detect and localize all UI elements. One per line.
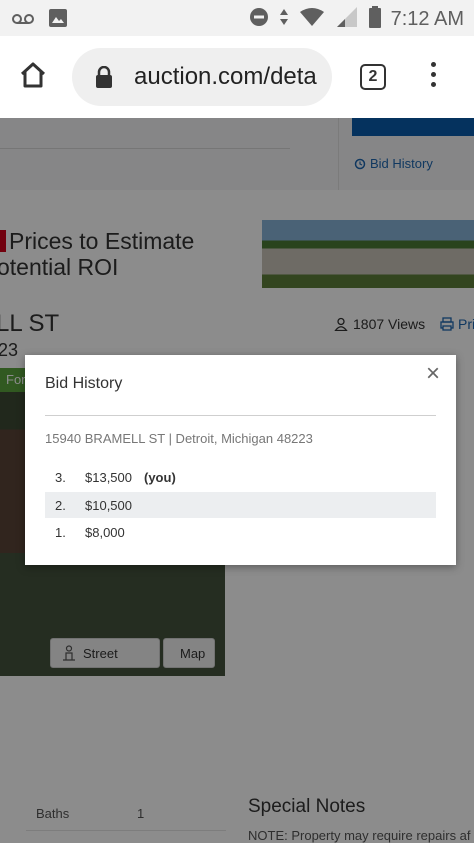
bid-amount: $13,500 [85,470,132,485]
bid-row: 1. $8,000 [45,519,436,545]
dialog-title: Bid History [45,375,123,392]
bid-row: 2. $10,500 [45,492,436,518]
wifi-icon [299,7,325,32]
overflow-menu-button[interactable] [428,62,438,92]
browser-toolbar: auction.com/deta 2 [0,36,474,118]
clock: 7:12 AM [390,8,464,30]
bid-rank: 2. [55,498,66,513]
bid-amount: $8,000 [85,525,125,540]
image-icon [48,8,68,33]
home-button[interactable] [18,60,54,96]
dialog-divider [45,415,436,416]
tab-switcher-button[interactable]: 2 [360,64,386,90]
bid-history-dialog: Bid History × 15940 BRAMELL ST | Detroit… [25,355,456,565]
close-icon[interactable]: × [422,362,444,386]
bid-amount: $10,500 [85,498,132,513]
home-icon [20,62,46,88]
voicemail-icon [12,12,34,30]
data-arrows-icon [279,7,289,32]
bid-you-tag: (you) [144,470,176,485]
battery-icon [368,6,381,33]
do-not-disturb-icon [249,7,269,32]
bid-rank: 3. [55,470,66,485]
lock-icon [94,65,114,93]
status-bar: 7:12 AM [0,0,474,36]
bid-rank: 1. [55,525,66,540]
url-text: auction.com/deta [134,63,317,90]
dialog-address: 15940 BRAMELL ST | Detroit, Michigan 482… [45,431,313,446]
cell-signal-icon [335,7,359,32]
address-bar[interactable]: auction.com/deta [72,48,332,106]
bid-row: 3. $13,500 (you) [45,464,436,490]
